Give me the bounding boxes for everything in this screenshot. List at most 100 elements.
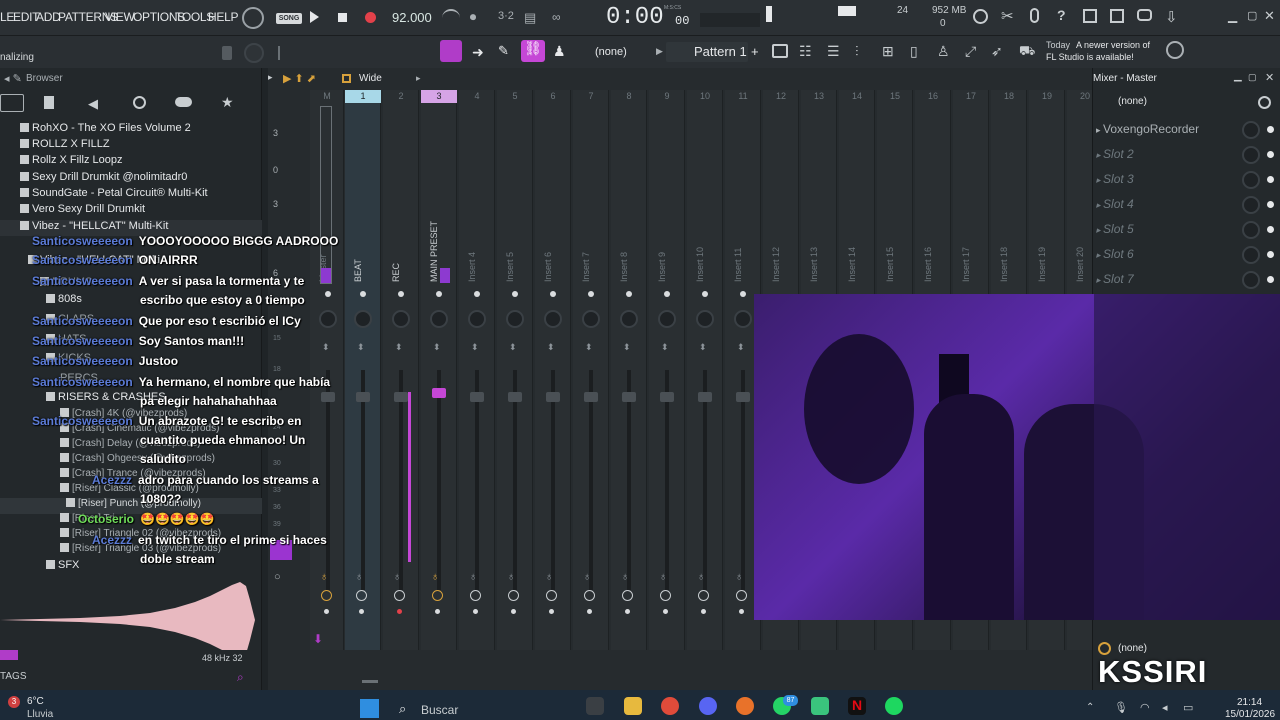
mixpanel-minimize-icon[interactable]: ▁ bbox=[1234, 71, 1242, 82]
send-dot[interactable] bbox=[701, 609, 706, 614]
pan-knob[interactable] bbox=[620, 310, 638, 328]
netflix-icon[interactable]: N bbox=[848, 697, 866, 715]
mixer-icon[interactable]: ☰ bbox=[827, 43, 840, 60]
tray-expand-icon[interactable]: ⌃ bbox=[1086, 702, 1094, 713]
mixpanel-maximize-icon[interactable]: ▢ bbox=[1248, 72, 1257, 83]
browser-folder[interactable]: Rollz X Fillz Loopz bbox=[0, 154, 262, 170]
windows-start-icon[interactable] bbox=[360, 699, 379, 718]
volume-fader-track[interactable] bbox=[475, 370, 479, 590]
browser-folder[interactable]: Sexy Drill Drumkit @nolimitadr0 bbox=[0, 171, 262, 187]
mixer-scrollbar[interactable] bbox=[362, 680, 378, 683]
save-icon[interactable] bbox=[1083, 9, 1097, 23]
slot-arrow-icon[interactable]: ▸ bbox=[1096, 275, 1103, 285]
route-icon[interactable] bbox=[584, 590, 595, 601]
mixpanel-clock-icon[interactable] bbox=[1258, 96, 1271, 109]
stereo-separation-icon[interactable]: ⬍ bbox=[661, 342, 669, 353]
channel-rack-icon[interactable]: ☷ bbox=[799, 43, 812, 60]
slot-mix-knob[interactable] bbox=[1242, 146, 1260, 164]
strip-enable-dot[interactable] bbox=[740, 291, 746, 297]
draw-tool-icon[interactable]: ✎ bbox=[498, 43, 509, 59]
stereo-separation-icon[interactable]: ⬍ bbox=[357, 342, 365, 353]
plugin-icon[interactable]: ⊞ bbox=[882, 43, 894, 60]
record-arm-icon[interactable]: ♁ bbox=[320, 571, 328, 583]
stereo-separation-icon[interactable]: ⬍ bbox=[395, 342, 403, 353]
chrome-icon[interactable] bbox=[661, 697, 679, 715]
file-explorer-icon[interactable] bbox=[624, 697, 642, 715]
volume-fader-handle[interactable] bbox=[584, 392, 598, 402]
slot-enable-dot[interactable] bbox=[1267, 126, 1274, 133]
tray-volume-icon[interactable]: ◂ bbox=[1162, 701, 1168, 714]
pan-knob[interactable] bbox=[696, 310, 714, 328]
spotify-icon[interactable] bbox=[885, 697, 903, 715]
volume-fader-handle[interactable] bbox=[508, 392, 522, 402]
pan-knob[interactable] bbox=[468, 310, 486, 328]
pattern-prev-icon[interactable]: ▶ bbox=[656, 46, 663, 57]
plugin-db-icon[interactable]: ♙ bbox=[937, 43, 950, 60]
volume-fader-handle[interactable] bbox=[622, 392, 636, 402]
send-dot[interactable] bbox=[511, 609, 516, 614]
strip-enable-dot[interactable] bbox=[626, 291, 632, 297]
browser-folder[interactable]: Vero Sexy Drill Drumkit bbox=[0, 203, 262, 219]
pan-knob[interactable] bbox=[734, 310, 752, 328]
slot-mix-knob[interactable] bbox=[1242, 121, 1260, 139]
weather-temp[interactable]: 6°C bbox=[27, 696, 44, 707]
send-dot[interactable] bbox=[397, 609, 402, 614]
route-icon[interactable] bbox=[736, 590, 747, 601]
stop-icon[interactable] bbox=[338, 13, 347, 22]
send-dot[interactable] bbox=[473, 609, 478, 614]
volume-fader-track[interactable] bbox=[627, 370, 631, 590]
route-icon[interactable] bbox=[356, 590, 367, 601]
browser-speaker-icon[interactable]: ◀ bbox=[88, 96, 98, 112]
menu-help[interactable]: HELP bbox=[208, 10, 238, 24]
send-dot[interactable] bbox=[739, 609, 744, 614]
record-arm-icon[interactable]: ♁ bbox=[469, 571, 477, 583]
stereo-separation-icon[interactable]: ⬍ bbox=[585, 342, 593, 353]
piano-roll-icon[interactable] bbox=[440, 40, 462, 62]
menu-view[interactable]: VIEW bbox=[105, 10, 135, 24]
send-dot[interactable] bbox=[625, 609, 630, 614]
shop-icon[interactable]: ⛟ bbox=[1019, 43, 1035, 61]
time-display[interactable]: 0:00 bbox=[606, 4, 664, 31]
discord-icon[interactable] bbox=[699, 697, 717, 715]
mixpanel-close-icon[interactable]: ✕ bbox=[1265, 71, 1274, 84]
task-view-icon[interactable] bbox=[586, 697, 604, 715]
wait-icon[interactable]: ⏺ bbox=[470, 10, 476, 25]
mixer-arrow-icon[interactable]: ▸ bbox=[416, 73, 421, 84]
tags-label[interactable]: TAGS bbox=[0, 671, 26, 682]
search-icon[interactable]: ⌕ bbox=[237, 670, 244, 685]
browser-file-icon[interactable] bbox=[44, 96, 54, 109]
route-icon[interactable] bbox=[321, 590, 332, 601]
pan-knob[interactable] bbox=[430, 310, 448, 328]
slot-mix-knob[interactable] bbox=[1242, 221, 1260, 239]
pan-knob[interactable] bbox=[658, 310, 676, 328]
snap-selector[interactable]: (none) bbox=[595, 46, 627, 58]
volume-fader-track[interactable] bbox=[513, 370, 517, 590]
pitch-slider[interactable] bbox=[278, 46, 288, 60]
master-pitch-slider[interactable] bbox=[766, 6, 772, 22]
record-icon[interactable] bbox=[365, 12, 376, 23]
tempo-display[interactable]: 92.000 bbox=[392, 10, 432, 25]
waveform-preview[interactable] bbox=[0, 580, 262, 650]
slot-mix-knob[interactable] bbox=[1242, 246, 1260, 264]
add-pattern-icon[interactable]: + bbox=[751, 44, 759, 59]
record-arm-icon[interactable]: ♁ bbox=[393, 571, 401, 583]
metronome-icon[interactable] bbox=[442, 9, 460, 27]
download-icon[interactable]: ⇩ bbox=[1165, 8, 1178, 26]
volume-fader-track[interactable] bbox=[551, 370, 555, 590]
taskbar-search-field[interactable]: Buscar bbox=[421, 703, 458, 717]
mixer-layout-icon[interactable] bbox=[342, 74, 351, 83]
slot-enable-dot[interactable] bbox=[1267, 251, 1274, 258]
record-arm-icon[interactable]: ♁ bbox=[735, 571, 743, 583]
master-volume-slider[interactable] bbox=[838, 6, 856, 16]
menu-file[interactable]: LE bbox=[0, 10, 14, 24]
menu-add[interactable]: ADD bbox=[36, 10, 61, 24]
stereo-separation-icon[interactable]: ⬍ bbox=[699, 342, 707, 353]
minimize-icon[interactable]: ▁ bbox=[1228, 9, 1237, 23]
slot-mix-knob[interactable] bbox=[1242, 271, 1260, 289]
volume-fader-handle[interactable] bbox=[546, 392, 560, 402]
slot-enable-dot[interactable] bbox=[1267, 276, 1274, 283]
master-link-icon[interactable]: ○ bbox=[274, 571, 281, 583]
volume-fader-track[interactable] bbox=[589, 370, 593, 590]
strip-enable-dot[interactable] bbox=[588, 291, 594, 297]
slot-arrow-icon[interactable]: ▸ bbox=[1096, 150, 1103, 160]
